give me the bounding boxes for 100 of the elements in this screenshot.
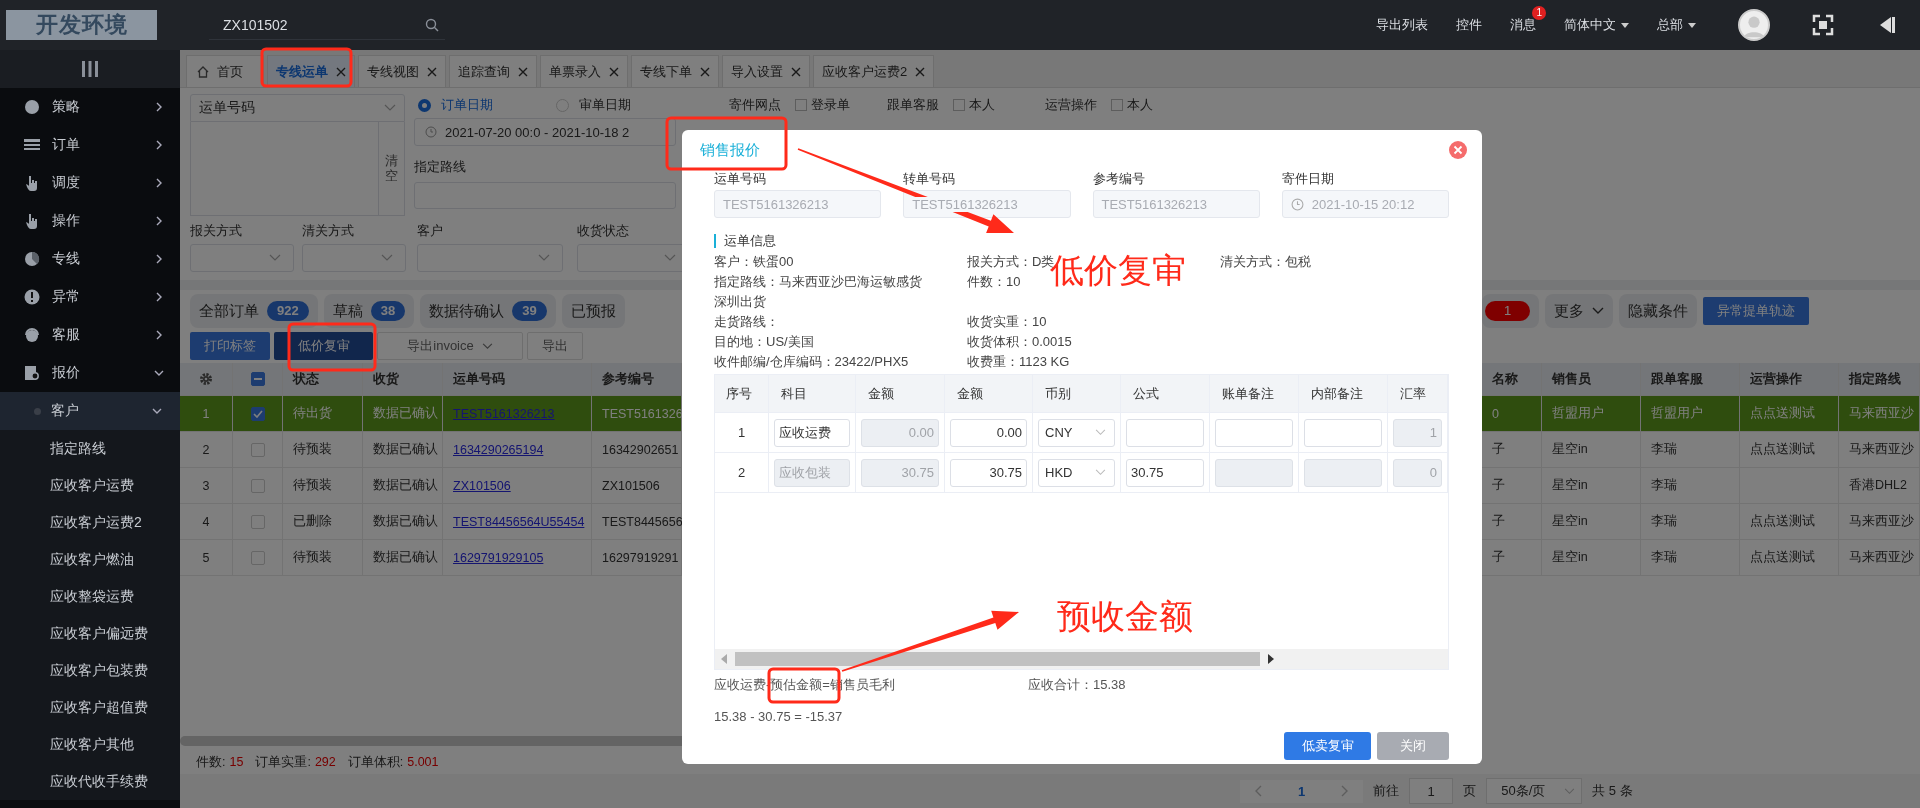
column-header: 参考编号 bbox=[602, 370, 654, 388]
dialog-title: 销售报价 bbox=[700, 140, 760, 160]
info-text: 收件邮编/仓库编码：23422/PHX5 bbox=[714, 353, 909, 371]
info-text: 件数：10 bbox=[967, 274, 1021, 289]
column-header: 序号 bbox=[726, 384, 752, 403]
info-text: 走货路线： bbox=[714, 313, 779, 331]
count-badge: 1 bbox=[1485, 301, 1531, 321]
annotation-text: 预收金额 bbox=[1057, 596, 1193, 637]
filter-label: 收货状态 bbox=[577, 222, 630, 238]
info-text: 收货体积：0.0015 bbox=[967, 334, 1072, 349]
table-cell: 点点送测试 bbox=[1750, 549, 1815, 566]
column-header: 跟单客服 bbox=[1651, 370, 1703, 388]
column-header: 账单备注 bbox=[1222, 384, 1274, 403]
filter-label: 运营操作 bbox=[1045, 96, 1098, 114]
logo: 开发环境 bbox=[6, 10, 157, 40]
row-number: 5 bbox=[202, 550, 210, 565]
table-cell: 子 bbox=[1492, 549, 1505, 566]
summary-value: 5.001 bbox=[407, 755, 439, 769]
table-cell: 星空in bbox=[1552, 441, 1588, 458]
table-cell: 点点送测试 bbox=[1750, 513, 1815, 530]
column-header: 金额 bbox=[868, 384, 894, 403]
row-number: 1 bbox=[202, 406, 210, 421]
column-header: 金额 bbox=[957, 384, 983, 403]
column-header: 币别 bbox=[1045, 384, 1071, 403]
filter-label: 跟单客服 bbox=[887, 96, 940, 114]
column-header: 指定路线 bbox=[1849, 370, 1901, 388]
table-cell: 李瑞 bbox=[1651, 549, 1677, 566]
filter-label: 客户 bbox=[417, 222, 444, 238]
table-cell: 星空in bbox=[1552, 549, 1588, 566]
count-badge: 38 bbox=[370, 301, 406, 321]
table-cell: 待预装 bbox=[293, 549, 332, 566]
table-cell: 16297919291 bbox=[602, 550, 679, 565]
table-cell: 星空in bbox=[1552, 477, 1588, 494]
info-text: 目的地：US/美国 bbox=[714, 333, 814, 351]
table-cell: 子 bbox=[1492, 477, 1505, 494]
field-label: 寄件日期 bbox=[1281, 170, 1335, 188]
row-number: 2 bbox=[202, 442, 210, 457]
filter-label: 指定路线 bbox=[414, 158, 467, 174]
info-text: 指定路线：马来西亚沙巴海运敏感货深圳出货 bbox=[714, 273, 923, 311]
total-count: 共 5 条 bbox=[1592, 782, 1633, 800]
total-text: 应收合计：15.38 bbox=[1028, 676, 1126, 694]
summary-value: 15 bbox=[229, 755, 244, 769]
summary-label: 订单体积: bbox=[347, 753, 404, 771]
column-header: 销售员 bbox=[1552, 370, 1591, 388]
summary-label: 订单实重: bbox=[255, 753, 311, 771]
field-label: 参考编号 bbox=[1092, 170, 1146, 188]
table-cell: 子 bbox=[1492, 441, 1505, 458]
goto-label: 前往 bbox=[1373, 782, 1400, 800]
table-cell: 待出货 bbox=[293, 405, 332, 422]
count-badge: 39 bbox=[512, 301, 547, 321]
info-text: 清关方式：包税 bbox=[1220, 254, 1311, 269]
field-label: 转单号码 bbox=[903, 170, 957, 188]
info-text: 收货实重：10 bbox=[967, 314, 1047, 329]
table-cell: 哲盟用户 bbox=[1651, 405, 1703, 422]
column-header: 名称 bbox=[1492, 370, 1518, 388]
field-label: 运单号码 bbox=[714, 170, 767, 188]
table-cell: 星空in bbox=[1552, 513, 1588, 530]
row-number: 3 bbox=[202, 478, 210, 493]
info-text: 收费重：1123 KG bbox=[967, 354, 1070, 369]
summary-value: 292 bbox=[314, 755, 336, 769]
summary-label: 件数: bbox=[196, 753, 226, 771]
table-cell: 数据已确认 bbox=[373, 405, 438, 422]
filter-label: 寄件网点 bbox=[729, 96, 782, 114]
column-header: 运营操作 bbox=[1750, 370, 1802, 388]
table-cell: 香港DHL2 bbox=[1849, 477, 1907, 494]
row-number: 2 bbox=[737, 465, 746, 480]
table-cell: 子 bbox=[1492, 513, 1505, 530]
table-cell: 马来西亚沙 bbox=[1849, 513, 1914, 530]
table-cell: 李瑞 bbox=[1651, 441, 1677, 458]
filter-label: 清关方式 bbox=[302, 222, 355, 238]
table-cell: 已删除 bbox=[293, 513, 332, 530]
row-number: 1 bbox=[737, 425, 746, 440]
formula-result: 15.38 - 30.75 = -15.37 bbox=[714, 709, 844, 724]
table-cell: 16342902651 bbox=[602, 442, 679, 457]
table-cell: 0 bbox=[1492, 406, 1499, 421]
table-cell: TEST8445656 bbox=[602, 514, 683, 529]
page-unit-label: 页 bbox=[1463, 782, 1477, 800]
table-cell: 点点送测试 bbox=[1750, 441, 1815, 458]
table-cell: 李瑞 bbox=[1651, 477, 1677, 494]
column-header: 内部备注 bbox=[1311, 384, 1363, 403]
table-cell: 数据已确认 bbox=[373, 549, 438, 566]
table-cell: ZX101506 bbox=[602, 478, 660, 493]
table-cell: 数据已确认 bbox=[373, 441, 438, 458]
column-header: 科目 bbox=[781, 384, 807, 403]
table-cell: 哲盟用户 bbox=[1552, 405, 1604, 422]
notification-badge: 1 bbox=[1532, 6, 1546, 20]
table-cell: 待预装 bbox=[293, 477, 332, 494]
column-header: 状态 bbox=[293, 370, 319, 388]
column-header: 汇率 bbox=[1400, 384, 1426, 403]
table-cell: 数据已确认 bbox=[373, 477, 438, 494]
table-cell: 马来西亚沙 bbox=[1849, 549, 1914, 566]
column-header: 收货 bbox=[373, 370, 399, 388]
row-number: 4 bbox=[202, 514, 210, 529]
table-cell: 马来西亚沙 bbox=[1849, 405, 1914, 422]
column-header: 公式 bbox=[1133, 384, 1159, 403]
column-header: 运单号码 bbox=[453, 370, 505, 388]
table-cell: 数据已确认 bbox=[373, 513, 438, 530]
table-cell: 马来西亚沙 bbox=[1849, 441, 1914, 458]
table-cell: 待预装 bbox=[293, 441, 332, 458]
count-badge: 922 bbox=[267, 301, 309, 321]
